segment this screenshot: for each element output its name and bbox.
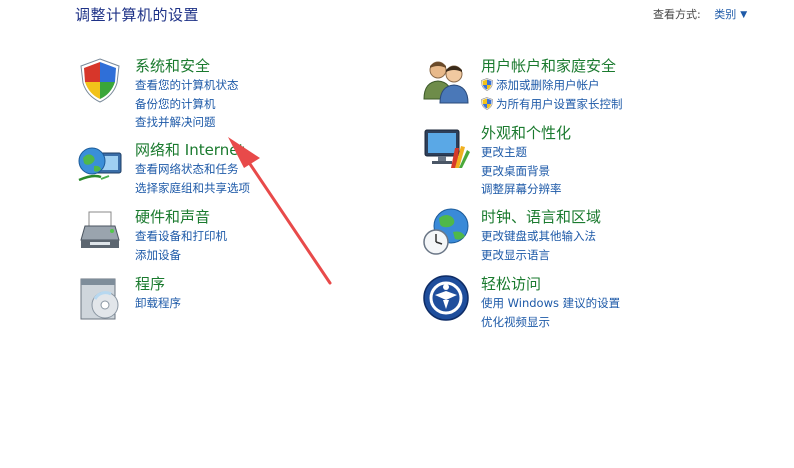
globe-network-icon[interactable]: [75, 139, 125, 189]
link-label[interactable]: 为所有用户设置家长控制: [496, 97, 623, 111]
category-title-appearance[interactable]: 外观和个性化: [481, 122, 571, 143]
category-title-user-accounts[interactable]: 用户帐户和家庭安全: [481, 55, 616, 76]
link-adjust-resolution[interactable]: 调整屏幕分辨率: [481, 180, 562, 199]
category-title-ease-of-access[interactable]: 轻松访问: [481, 273, 541, 294]
link-parental-controls[interactable]: 为所有用户设置家长控制: [481, 95, 623, 114]
category-title-clock-language-region[interactable]: 时钟、语言和区域: [481, 206, 601, 227]
uac-shield-icon: [481, 96, 493, 110]
link-change-display-language[interactable]: 更改显示语言: [481, 246, 596, 265]
chevron-down-icon[interactable]: ▼: [740, 10, 747, 20]
category-title-network-internet[interactable]: 网络和 Internet: [135, 139, 244, 160]
link-change-theme[interactable]: 更改主题: [481, 143, 562, 162]
ease-of-access-icon[interactable]: [421, 273, 471, 323]
link-uninstall-program[interactable]: 卸载程序: [135, 294, 181, 313]
link-troubleshoot[interactable]: 查找并解决问题: [135, 113, 239, 132]
link-view-network-status[interactable]: 查看网络状态和任务: [135, 160, 250, 179]
view-by-value[interactable]: 类别: [714, 8, 736, 21]
users-icon[interactable]: [421, 55, 471, 105]
link-windows-suggested-settings[interactable]: 使用 Windows 建议的设置: [481, 294, 620, 313]
monitor-palette-icon[interactable]: [421, 122, 471, 172]
link-optimize-display[interactable]: 优化视频显示: [481, 313, 620, 332]
link-change-keyboard[interactable]: 更改键盘或其他输入法: [481, 227, 596, 246]
category-title-programs[interactable]: 程序: [135, 273, 165, 294]
link-view-computer-status[interactable]: 查看您的计算机状态: [135, 76, 239, 95]
view-by-label: 查看方式:: [653, 8, 701, 21]
link-devices-printers[interactable]: 查看设备和打印机: [135, 227, 227, 246]
uac-shield-icon: [481, 78, 493, 91]
link-label[interactable]: 添加或删除用户帐户: [496, 78, 600, 92]
programs-icon[interactable]: [75, 273, 125, 323]
printer-icon[interactable]: [75, 206, 125, 256]
link-backup-computer[interactable]: 备份您的计算机: [135, 95, 239, 114]
link-homegroup-sharing[interactable]: 选择家庭组和共享选项: [135, 179, 250, 198]
category-title-system-security[interactable]: 系统和安全: [135, 55, 210, 76]
link-change-wallpaper[interactable]: 更改桌面背景: [481, 162, 562, 181]
link-add-device[interactable]: 添加设备: [135, 246, 227, 265]
link-add-remove-accounts[interactable]: 添加或删除用户帐户: [481, 76, 623, 95]
clock-globe-icon[interactable]: [421, 206, 471, 256]
view-by: 查看方式: 类别 ▼: [653, 6, 747, 22]
shield-flag-icon[interactable]: [75, 55, 125, 105]
category-title-hardware-sound[interactable]: 硬件和声音: [135, 206, 210, 227]
page-title: 调整计算机的设置: [75, 6, 200, 24]
view-by-dropdown[interactable]: 类别 ▼: [714, 8, 747, 21]
